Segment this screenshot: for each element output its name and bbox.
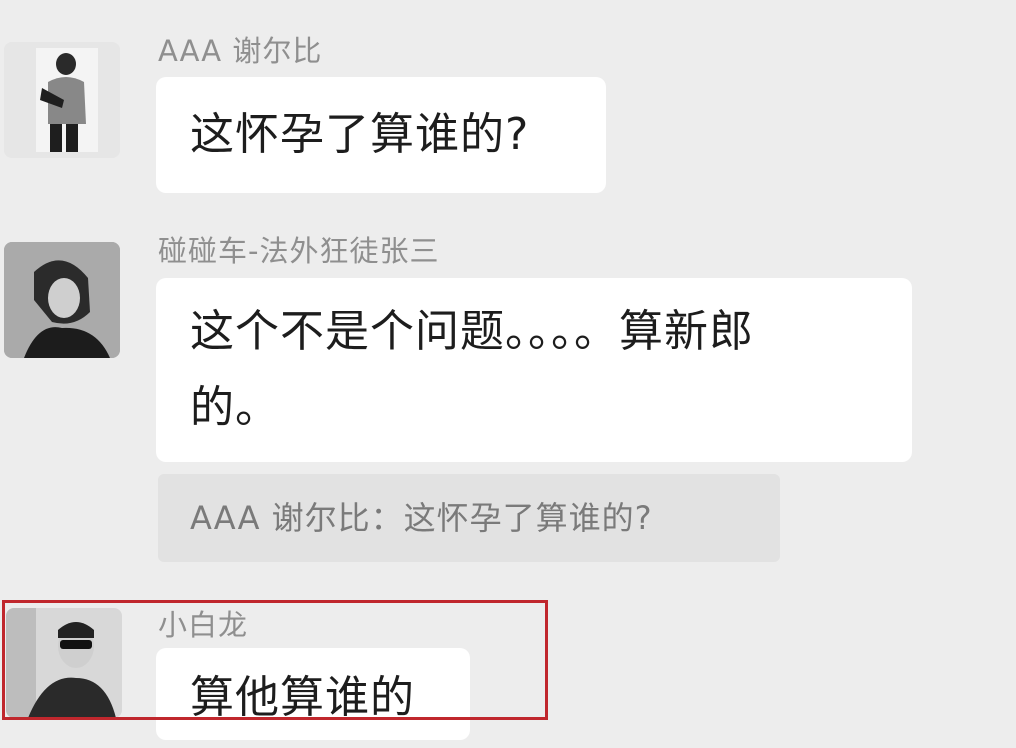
sender-name: 碰碰车-法外狂徒张三 [158,234,440,268]
avatar-shelby[interactable] [4,42,120,158]
quoted-text: AAA 谢尔比：这怀孕了算谁的? [190,499,653,537]
message-text-line: 的。 [190,382,280,433]
avatar-zhangsan[interactable] [4,242,120,358]
message-bubble[interactable]: 这怀孕了算谁的? [156,77,606,193]
message-text-line: 这个不是个问题。。。。算新郎 [190,306,754,357]
sender-name: AAA 谢尔比 [158,34,323,68]
message-bubble[interactable]: 这个不是个问题。。。。算新郎 的。 [156,278,912,462]
highlight-annotation-box [2,600,548,720]
chat-message-list[interactable]: AAA 谢尔比 这怀孕了算谁的? 碰碰车-法外狂徒张三 这个不是个问题。。。。算… [0,0,1016,740]
quoted-reply[interactable]: AAA 谢尔比：这怀孕了算谁的? [158,474,780,562]
message-text: 这怀孕了算谁的? [190,109,530,160]
